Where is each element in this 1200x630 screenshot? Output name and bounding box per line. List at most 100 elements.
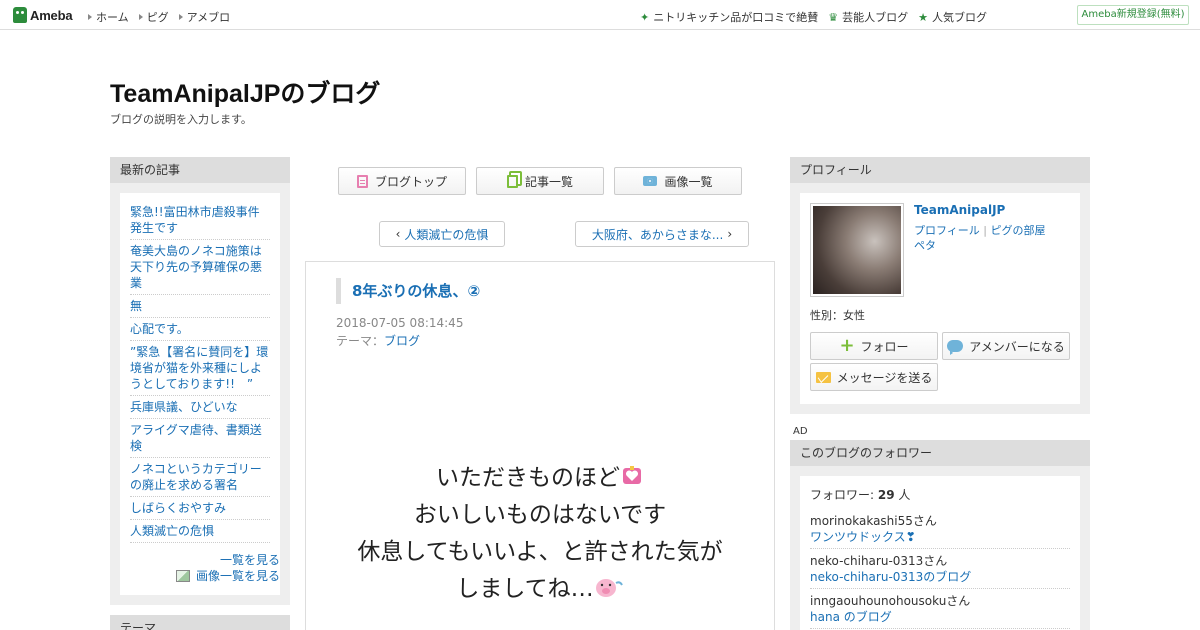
profile-name[interactable]: TeamAnipalJP (914, 203, 1005, 217)
amember-label: アメンバーになる (969, 339, 1065, 354)
header-links: ✦ ニトリキッチン品が口コミで絶賛 ♛ 芸能人ブログ ★ 人気ブログ (640, 9, 987, 25)
blog-title[interactable]: TeamAnipalJPのブログ (110, 74, 380, 110)
followers-heading: このブログのフォロワー (790, 440, 1090, 466)
profile-links: プロフィール | ピグの部屋 ペタ (914, 223, 1074, 253)
star-icon: ★ (918, 10, 928, 24)
image-list-icon (175, 569, 190, 582)
follower-count-value: 29 (877, 488, 895, 502)
heart-box-emoji-icon (623, 466, 641, 484)
follower-item: morinokakashi55さん ワンツウドックス❣ (810, 509, 1070, 549)
profile-gender: 性別：女性 (810, 309, 865, 322)
blog-description: ブログの説明を入力します。 (110, 113, 252, 126)
follower-blog-link[interactable]: ワンツウドックス❣ (810, 529, 1070, 545)
logo-text: Ameba (30, 7, 73, 23)
register-button[interactable]: Ameba新規登録(無料) (1077, 5, 1189, 25)
ameba-logo[interactable]: Ameba (13, 6, 73, 24)
document-icon (356, 174, 368, 188)
pig-room-link[interactable]: ピグの部屋 (991, 224, 1046, 237)
recent-heading: 最新の記事 (110, 157, 290, 183)
camera-icon (643, 176, 658, 186)
nav-home-label: ホーム (96, 11, 129, 24)
article: 8年ぶりの休息、② 2018-07-05 08:14:45 テーマ：ブログ いた… (305, 261, 775, 630)
link-popular-blog[interactable]: ★ 人気ブログ (918, 9, 987, 25)
caret-right-icon (138, 14, 143, 20)
body-line: しましてね… (306, 571, 774, 608)
theme-link[interactable]: ブログ (384, 334, 420, 348)
follower-name: inngaouhounohousokuさん (810, 594, 971, 608)
body-line: 休息してもいいよ、と許された気が (306, 534, 774, 571)
recent-item[interactable]: ”緊急【署名に賛同を】環境省が猫を外来種にしようとしております!! ” (130, 341, 270, 396)
link-popular-label: 人気ブログ (932, 11, 987, 24)
image-list-button[interactable]: 画像一覧 (614, 167, 742, 195)
followers-body: フォロワー: 29 人 morinokakashi55さん ワンツウドックス❣ … (800, 476, 1080, 630)
link-nitori[interactable]: ✦ ニトリキッチン品が口コミで絶賛 (640, 9, 818, 25)
crown-icon: ♛ (828, 10, 839, 24)
recent-item[interactable]: ノネコというカテゴリーの廃止を求める署名 (130, 458, 270, 497)
nav-pig-label: ピグ (146, 11, 169, 24)
recent-item[interactable]: しばらくおやすみ (130, 497, 270, 520)
prev-article-label: 人類滅亡の危惧 (404, 227, 489, 242)
avatar-image (813, 206, 901, 294)
message-button[interactable]: メッセージを送る (810, 363, 938, 391)
image-list-label: 画像一覧 (664, 174, 713, 189)
profile-body: TeamAnipalJP プロフィール | ピグの部屋 ペタ 性別：女性 + フ… (800, 193, 1080, 404)
body-line-1: いただきものほど (436, 465, 620, 491)
recent-item[interactable]: 人類滅亡の危惧 (130, 520, 270, 543)
prev-article-button[interactable]: ‹ 人類滅亡の危惧 (379, 221, 505, 247)
see-images-label: 画像一覧を見る (195, 569, 280, 583)
plus-icon: + (839, 335, 855, 356)
see-all-link[interactable]: 一覧を見る (220, 551, 280, 568)
chat-bubble-icon (947, 340, 964, 355)
follower-count: フォロワー: 29 人 (810, 486, 1070, 503)
global-header: Ameba ホーム ピグ アメブロ ✦ ニトリキッチン品が口コミで絶賛 ♛ 芸能人ブ… (0, 0, 1200, 30)
recent-item[interactable]: 緊急!!富田林市虐殺事件発生です (130, 201, 270, 240)
link-celebrity-label: 芸能人ブログ (842, 11, 909, 24)
follower-name: morinokakashi55さん (810, 514, 937, 528)
body-line-2: おいしいものはないです (413, 502, 667, 528)
article-list-label: 記事一覧 (524, 174, 573, 189)
recent-item[interactable]: アライグマ虐待、書類送検 (130, 419, 270, 458)
recent-item[interactable]: 心配です。 (130, 318, 270, 341)
article-title[interactable]: 8年ぶりの休息、② (336, 278, 480, 304)
blog-top-button[interactable]: ブログトップ (338, 167, 466, 195)
follower-blog-link[interactable]: hana のブログ (810, 609, 1070, 625)
blog-top-label: ブログトップ (374, 174, 447, 189)
next-article-label: 大阪府、あからさまな... (591, 227, 724, 242)
follower-count-unit: 人 (898, 488, 911, 502)
peta-link[interactable]: ペタ (914, 239, 936, 252)
article-theme: テーマ：ブログ (336, 332, 420, 349)
link-nitori-label: ニトリキッチン品が口コミで絶賛 (653, 11, 819, 24)
recent-articles-box: 最新の記事 緊急!!富田林市虐殺事件発生です 奄美大島のノネコ施策は天下り先の予… (110, 157, 290, 605)
caret-right-icon (88, 14, 92, 20)
article-date: 2018-07-05 08:14:45 (336, 316, 464, 330)
follower-blog-link[interactable]: neko-chiharu-0313のブログ (810, 569, 1070, 585)
amember-button[interactable]: アメンバーになる (942, 332, 1070, 360)
sparkle-icon: ✦ (640, 10, 650, 24)
recent-item[interactable]: 奄美大島のノネコ施策は天下り先の予算確保の悪業 (130, 240, 270, 295)
profile-box: プロフィール TeamAnipalJP プロフィール | ピグの部屋 ペタ 性別… (790, 157, 1090, 414)
avatar[interactable] (810, 203, 904, 297)
see-images-link[interactable]: 画像一覧を見る (175, 567, 280, 584)
chevron-left-icon: ‹ (395, 227, 401, 241)
caret-right-icon (178, 14, 183, 20)
ameba-logo-icon (13, 7, 27, 23)
profile-heading: プロフィール (790, 157, 1090, 183)
recent-item[interactable]: 無 (130, 295, 270, 318)
follower-item: neko-chiharu-0313さん neko-chiharu-0313のブロ… (810, 549, 1070, 589)
profile-link[interactable]: プロフィール (914, 224, 980, 237)
followers-box: このブログのフォロワー フォロワー: 29 人 morinokakashi55さ… (790, 440, 1090, 630)
theme-label: テーマ： (336, 334, 385, 348)
article-list-button[interactable]: 記事一覧 (476, 167, 604, 195)
next-article-button[interactable]: 大阪府、あからさまな... › (575, 221, 749, 247)
nav-pig[interactable]: ピグ (138, 9, 169, 25)
recent-item[interactable]: 兵庫県議、ひどいな (130, 396, 270, 419)
link-celebrity-blog[interactable]: ♛ 芸能人ブログ (828, 9, 908, 25)
nav-ameblo[interactable]: アメブロ (178, 9, 230, 25)
pig-face-emoji-icon (595, 579, 623, 597)
follow-button[interactable]: + フォロー (810, 332, 938, 360)
message-label: メッセージを送る (836, 370, 933, 385)
body-line-4: しましてね… (456, 576, 594, 602)
mail-icon (815, 371, 831, 383)
nav-home[interactable]: ホーム (88, 9, 129, 25)
follow-label: フォロー (860, 339, 909, 354)
